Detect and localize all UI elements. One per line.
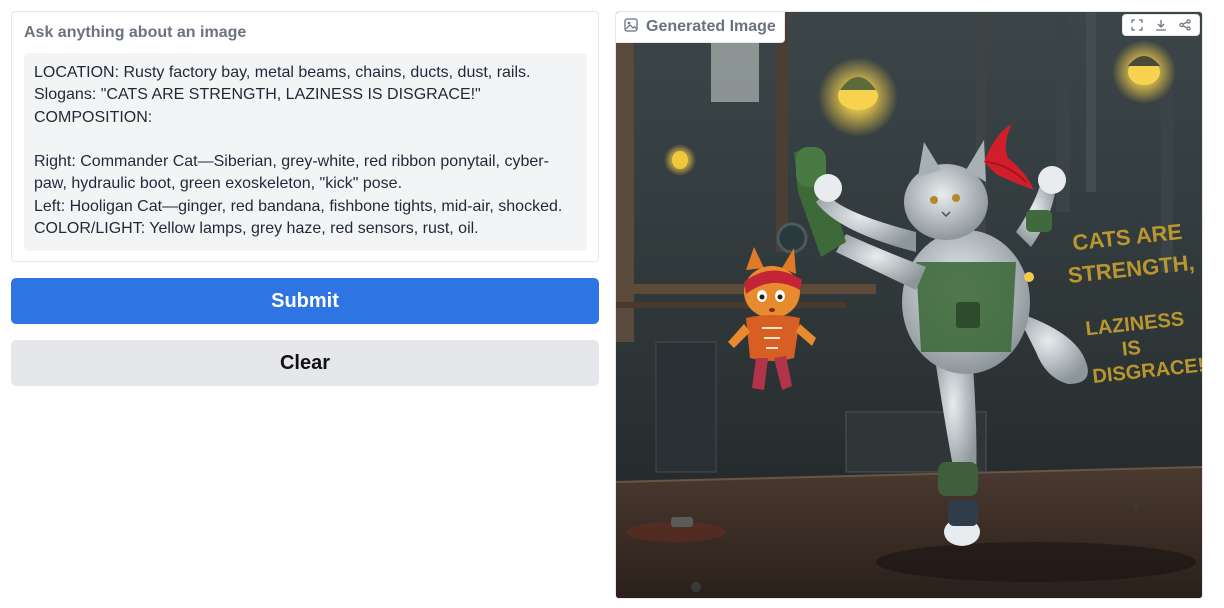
input-panel: Ask anything about an image LOCATION: Ru… <box>11 11 599 386</box>
wall-text-4: IS <box>1121 337 1142 361</box>
output-label: Generated Image <box>616 12 785 43</box>
prompt-textarea[interactable]: LOCATION: Rusty factory bay, metal beams… <box>24 53 587 251</box>
output-label-text: Generated Image <box>646 18 776 35</box>
submit-button[interactable]: Submit <box>11 278 599 324</box>
clear-button[interactable]: Clear <box>11 340 599 386</box>
prompt-label: Ask anything about an image <box>24 24 247 41</box>
fullscreen-icon[interactable] <box>1125 15 1149 35</box>
share-icon[interactable] <box>1173 15 1197 35</box>
image-icon <box>624 17 638 37</box>
prompt-block: Ask anything about an image LOCATION: Ru… <box>11 11 599 262</box>
output-image-panel: Generated Image CATS ARE STRENGTH, LAZIN… <box>615 11 1203 599</box>
image-toolbar <box>1122 14 1200 36</box>
generated-image: CATS ARE STRENGTH, LAZINESS IS DISGRACE! <box>616 12 1202 598</box>
download-icon[interactable] <box>1149 15 1173 35</box>
